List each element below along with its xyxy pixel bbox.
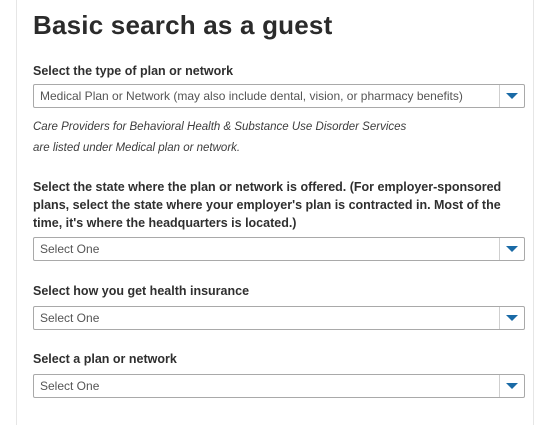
plan-label: Select a plan or network	[33, 352, 177, 366]
plan-type-select[interactable]: Medical Plan or Network (may also includ…	[33, 84, 525, 108]
plan-select[interactable]: Select One	[33, 374, 525, 398]
plan-dropdown-toggle[interactable]	[499, 375, 524, 397]
behavioral-health-note-line-2: are listed under Medical plan or network…	[33, 142, 241, 154]
insurance-source-dropdown-toggle[interactable]	[499, 307, 524, 329]
insurance-source-selected-value: Select One	[40, 311, 100, 325]
state-label: Select the state where the plan or netwo…	[33, 180, 502, 230]
guest-search-panel: Basic search as a guest Select the type …	[16, 0, 534, 425]
plan-type-dropdown-toggle[interactable]	[499, 85, 524, 107]
behavioral-health-note-line-1: Care Providers for Behavioral Health & S…	[33, 121, 407, 133]
plan-selected-value: Select One	[40, 379, 100, 393]
plan-type-selected-value: Medical Plan or Network (may also includ…	[40, 89, 463, 103]
state-dropdown-toggle[interactable]	[499, 238, 524, 260]
chevron-down-icon	[506, 93, 518, 99]
chevron-down-icon	[506, 246, 518, 252]
insurance-source-select[interactable]: Select One	[33, 306, 525, 330]
insurance-source-label: Select how you get health insurance	[33, 284, 250, 298]
state-select[interactable]: Select One	[33, 237, 525, 261]
page-title: Basic search as a guest	[33, 10, 333, 40]
state-selected-value: Select One	[40, 242, 100, 256]
chevron-down-icon	[506, 315, 518, 321]
plan-type-label: Select the type of plan or network	[33, 64, 234, 78]
chevron-down-icon	[506, 383, 518, 389]
